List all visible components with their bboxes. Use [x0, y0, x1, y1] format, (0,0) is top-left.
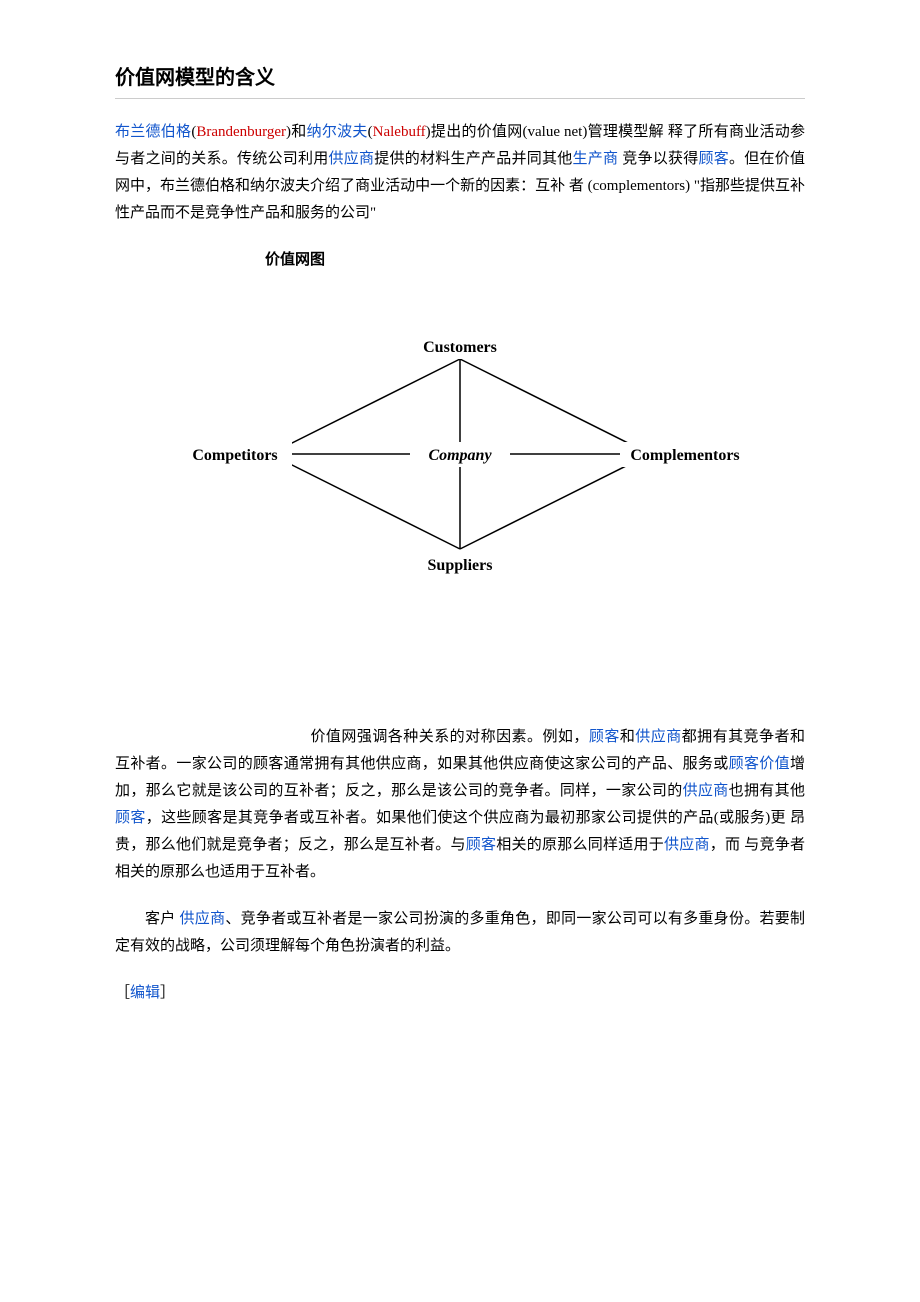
text: )和: [286, 124, 307, 140]
link-supplier[interactable]: 供应商: [180, 911, 226, 927]
diagram-label-suppliers: Suppliers: [428, 557, 493, 574]
text: 也拥有其他: [729, 783, 805, 799]
text: 客户: [145, 911, 180, 927]
link-customer[interactable]: 顾客: [115, 810, 146, 826]
text: 相关的原那么同样适用于: [496, 837, 664, 853]
link-supplier[interactable]: 供应商: [683, 783, 729, 799]
link-supplier[interactable]: 供应商: [664, 837, 710, 853]
link-customer[interactable]: 顾客: [466, 837, 497, 853]
link-brandenburger-en[interactable]: Brandenburger: [196, 124, 286, 140]
diagram-label-company: Company: [428, 447, 492, 464]
link-supplier[interactable]: 供应商: [328, 151, 374, 167]
link-customer[interactable]: 顾客: [698, 151, 729, 167]
text: 竞争以获得: [618, 151, 698, 167]
link-supplier[interactable]: 供应商: [635, 729, 681, 745]
text: ［: [115, 985, 130, 1001]
paragraph-3: 客户 供应商、竞争者或互补者是一家公司扮演的多重角色，即同一家公司可以有多重身份…: [115, 906, 805, 960]
link-customer[interactable]: 顾客: [589, 729, 620, 745]
text: 价值网强调各种关系的对称因素。例如，: [310, 729, 589, 745]
edit-link-section: ［编辑］: [115, 980, 805, 1007]
link-customer-value[interactable]: 顾客价值: [729, 756, 790, 772]
diagram-label-customers: Customers: [423, 339, 497, 356]
link-nalebuff-en[interactable]: Nalebuff: [373, 124, 426, 140]
paragraph-1: 布兰德伯格(Brandenburger)和纳尔波夫(Nalebuff)提出的价值…: [115, 119, 805, 227]
text: ］: [160, 985, 175, 1001]
link-nalebuff-cn[interactable]: 纳尔波夫: [307, 124, 368, 140]
text: 提供的材料生产产品并同其他: [374, 151, 572, 167]
edit-link[interactable]: 编辑: [130, 985, 160, 1001]
link-producer[interactable]: 生产商: [572, 151, 618, 167]
value-net-diagram: Customers Competitors Company Complement…: [180, 304, 740, 604]
diagram-label-complementors: Complementors: [630, 447, 739, 464]
diagram-section: 价值网图 Customers Competitors Company Compl…: [115, 247, 805, 604]
paragraph-2: 价值网强调各种关系的对称因素。例如，顾客和供应商都拥有其竞争者和互补者。一家公司…: [115, 724, 805, 886]
diagram-title: 价值网图: [265, 247, 805, 274]
text: 和: [620, 729, 635, 745]
link-brandenburger-cn[interactable]: 布兰德伯格: [115, 124, 191, 140]
diagram-label-competitors: Competitors: [192, 447, 277, 464]
page-title: 价值网模型的含义: [115, 60, 805, 99]
